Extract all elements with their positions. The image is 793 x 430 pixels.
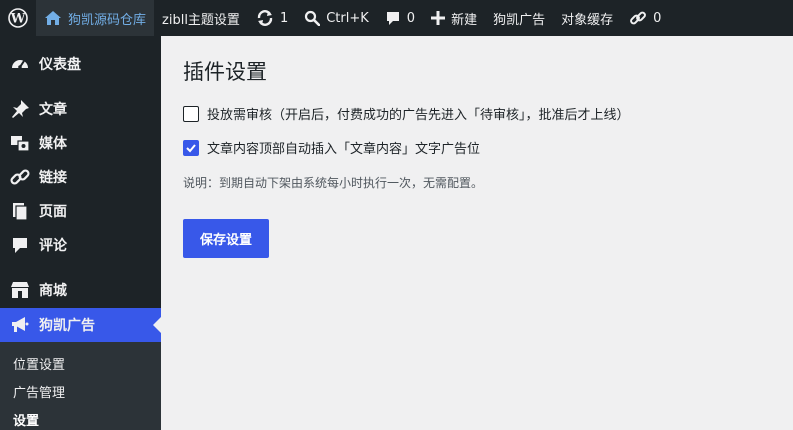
media-icon <box>10 133 30 153</box>
save-settings-button[interactable]: 保存设置 <box>183 219 269 258</box>
sidebar-item-links[interactable]: 链接 <box>0 160 161 194</box>
gokai-ads-submenu: 位置设置 广告管理 设置 <box>0 342 161 430</box>
links-count: 0 <box>653 10 662 26</box>
sidebar-item-label: 仪表盘 <box>39 57 81 73</box>
object-cache-label: 对象缓存 <box>561 12 614 28</box>
sidebar-item-label: 文章 <box>39 102 67 118</box>
wordpress-logo-button[interactable]: W <box>0 0 36 36</box>
plus-icon <box>431 11 446 25</box>
submenu-item-settings[interactable]: 设置 <box>13 410 39 429</box>
auto-insert-label: 文章内容顶部自动插入「文章内容」文字广告位 <box>207 142 481 157</box>
updates-count: 1 <box>279 10 289 26</box>
comment-icon <box>386 12 399 25</box>
home-icon <box>45 11 61 25</box>
admin-sidebar: 仪表盘 文章 媒体 链接 页面 评论 商城 狗凯广告 位置设置 广告管理 设置 <box>0 36 161 430</box>
submenu-item-position-settings[interactable]: 位置设置 <box>13 354 65 373</box>
update-icon <box>257 10 273 26</box>
sidebar-item-label: 媒体 <box>39 136 67 152</box>
require-review-checkbox[interactable] <box>183 105 199 122</box>
comments-link[interactable]: 0 <box>377 0 423 36</box>
object-cache-link[interactable]: 对象缓存 <box>553 0 621 36</box>
pin-icon <box>10 99 30 119</box>
page-title: 插件设置 <box>183 60 267 84</box>
wordpress-logo-icon: W <box>8 8 28 28</box>
theme-settings-label: zibll主题设置 <box>162 12 240 28</box>
sidebar-item-media[interactable]: 媒体 <box>0 126 161 160</box>
site-name-link[interactable]: 狗凯源码仓库 <box>36 0 155 36</box>
sidebar-item-label: 评论 <box>39 238 67 254</box>
ads-label: 狗凯广告 <box>493 12 546 28</box>
checkmark-icon <box>186 143 196 152</box>
link-icon <box>10 167 30 187</box>
comment-icon <box>10 235 30 255</box>
auto-insert-checkbox[interactable] <box>183 139 199 156</box>
ads-link[interactable]: 狗凯广告 <box>485 0 553 36</box>
sidebar-item-pages[interactable]: 页面 <box>0 194 161 228</box>
submenu-item-ad-management[interactable]: 广告管理 <box>13 382 65 401</box>
search-link[interactable]: Ctrl+K <box>296 0 377 36</box>
search-shortcut-label: Ctrl+K <box>326 10 369 26</box>
sidebar-item-dashboard[interactable]: 仪表盘 <box>0 47 161 81</box>
require-review-label: 投放需审核（开启后，付费成功的广告先进入「待审核」，批准后才上线） <box>207 108 630 123</box>
pages-icon <box>10 201 30 221</box>
megaphone-icon <box>10 315 30 335</box>
new-content-link[interactable]: 新建 <box>423 0 485 36</box>
links-link[interactable]: 0 <box>621 0 669 36</box>
sidebar-item-label: 商城 <box>39 283 67 299</box>
svg-text:W: W <box>10 12 26 27</box>
search-icon <box>305 10 321 26</box>
sidebar-item-label: 页面 <box>39 204 67 220</box>
new-label: 新建 <box>451 12 478 28</box>
sidebar-item-label: 狗凯广告 <box>39 318 95 334</box>
option-require-review[interactable]: 投放需审核（开启后，付费成功的广告先进入「待审核」，批准后才上线） <box>183 104 630 123</box>
option-auto-insert[interactable]: 文章内容顶部自动插入「文章内容」文字广告位 <box>183 138 480 157</box>
sidebar-item-store[interactable]: 商城 <box>0 273 161 307</box>
settings-note: 说明：到期自动下架由系统每小时执行一次，无需配置。 <box>183 176 484 190</box>
sidebar-item-gokai-ads[interactable]: 狗凯广告 <box>0 308 161 342</box>
sidebar-item-label: 链接 <box>39 170 67 186</box>
dashboard-icon <box>10 54 30 74</box>
link-icon <box>630 11 647 25</box>
sidebar-item-comments[interactable]: 评论 <box>0 228 161 262</box>
site-name-label: 狗凯源码仓库 <box>68 12 147 28</box>
admin-bar: W 狗凯源码仓库 zibll主题设置 1 Ctrl+K 0 新建 狗凯广告 对象… <box>0 0 793 36</box>
sidebar-item-posts[interactable]: 文章 <box>0 92 161 126</box>
updates-link[interactable]: 1 <box>248 0 296 36</box>
main-content: 插件设置 投放需审核（开启后，付费成功的广告先进入「待审核」，批准后才上线） 文… <box>161 36 793 430</box>
comments-count: 0 <box>406 10 416 26</box>
theme-settings-link[interactable]: zibll主题设置 <box>154 0 248 36</box>
store-icon <box>10 280 30 300</box>
